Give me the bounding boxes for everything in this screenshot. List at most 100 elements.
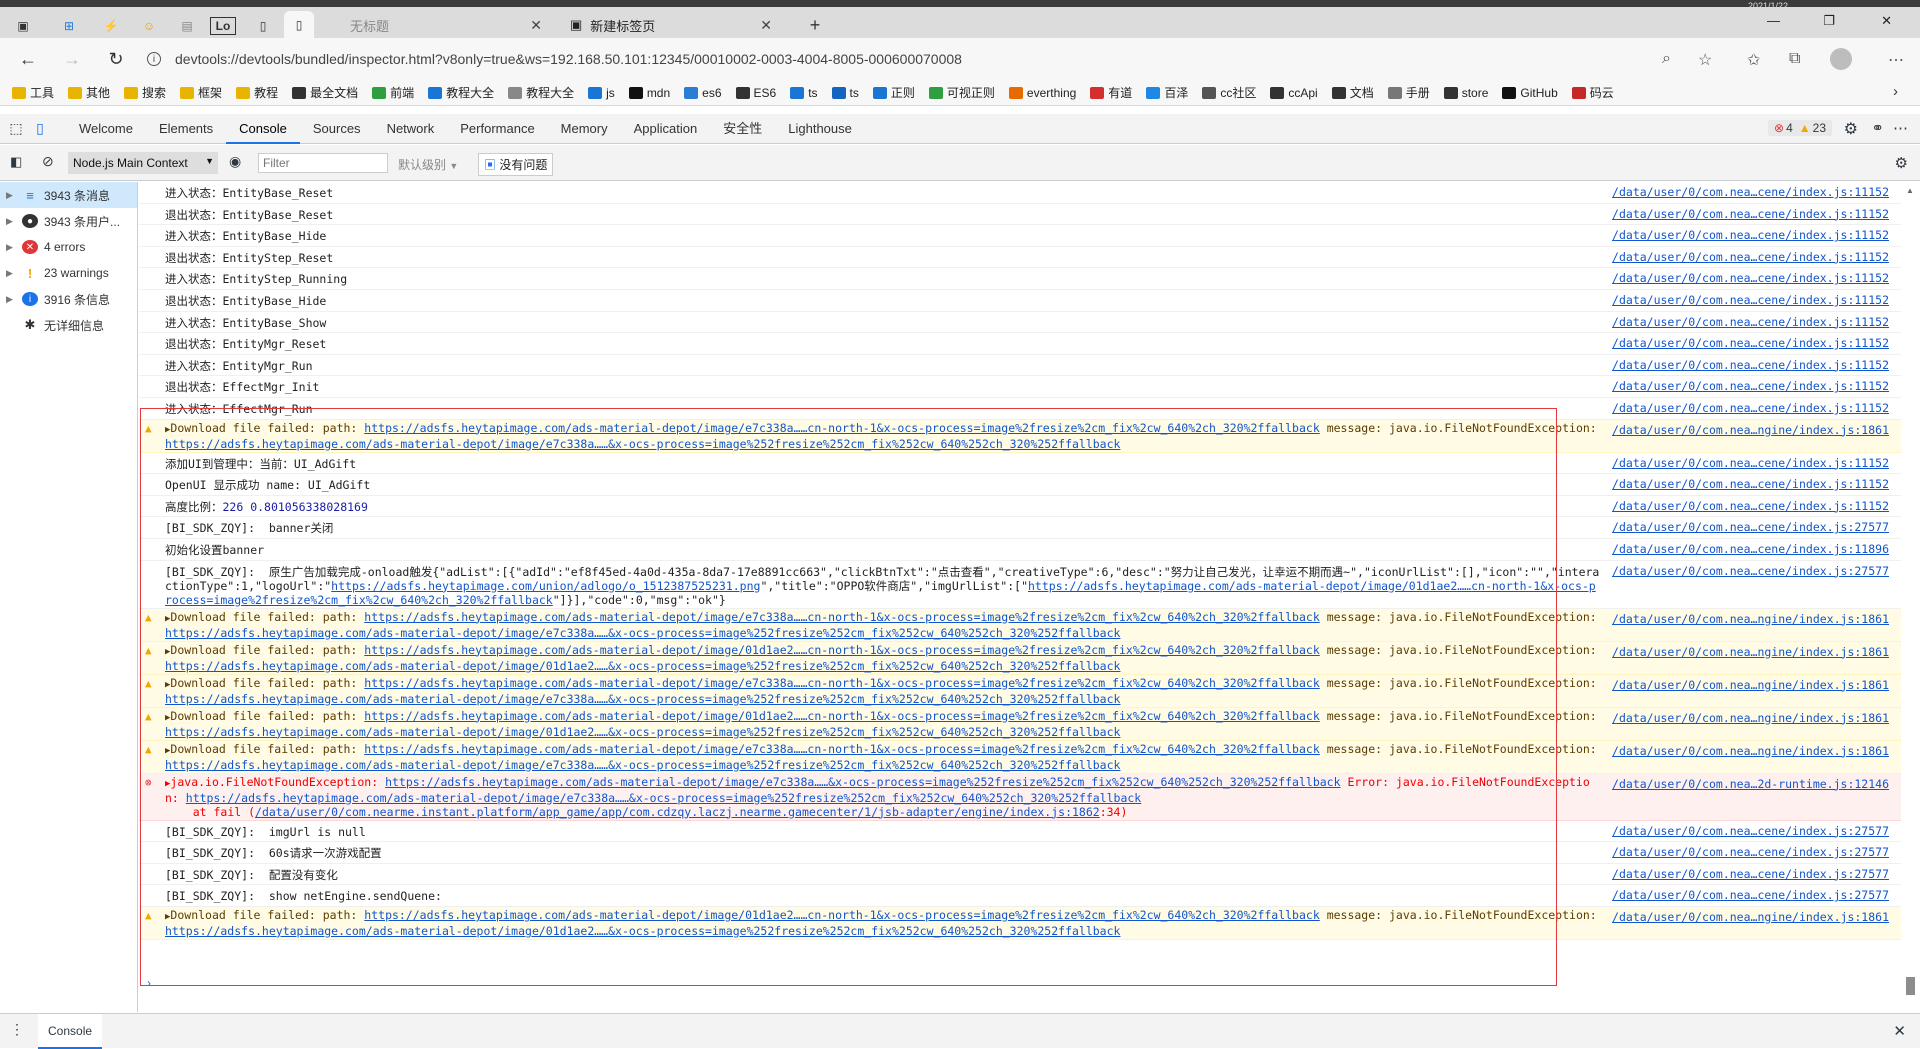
tab-welcome[interactable]: Welcome	[66, 114, 146, 144]
message-link[interactable]: https://adsfs.heytapimage.com/ads-materi…	[364, 610, 1319, 624]
tab-lighthouse[interactable]: Lighthouse	[775, 114, 865, 144]
bookmark-item[interactable]: 码云	[1571, 84, 1614, 101]
source-link[interactable]: /data/user/0/com.nea…cene/index.js:27577	[1612, 888, 1889, 902]
tab-actions-icon[interactable]: ▣	[8, 13, 38, 38]
more-options-icon[interactable]: ⋯	[1893, 119, 1908, 137]
bookmark-item[interactable]: mdn	[628, 86, 670, 100]
source-link[interactable]: /data/user/0/com.nea…cene/index.js:11152	[1612, 477, 1889, 491]
sidebar-item-list[interactable]: ▶ ≡ 3943 条消息	[0, 182, 137, 208]
message-link[interactable]: https://adsfs.heytapimage.com/ads-materi…	[364, 676, 1319, 690]
tab-performance[interactable]: Performance	[447, 114, 547, 144]
drawer-menu-icon[interactable]: ⋮	[10, 1021, 24, 1038]
sidebar-item-user[interactable]: ▶ ● 3943 条用户...	[0, 208, 137, 234]
sidebar-item-warning[interactable]: ▶! 23 warnings	[0, 260, 137, 286]
sidebar-item-info[interactable]: ▶ i 3916 条信息	[0, 286, 137, 312]
source-link[interactable]: /data/user/0/com.nea…cene/index.js:27577	[1612, 824, 1889, 838]
bookmark-item[interactable]: 教程	[236, 84, 278, 101]
bookmarks-overflow-chevron-icon[interactable]: ›	[1893, 83, 1898, 100]
message-link[interactable]: https://adsfs.heytapimage.com/ads-materi…	[165, 725, 1120, 739]
close-icon[interactable]: ✕	[530, 17, 542, 34]
bookmark-item[interactable]: 最全文档	[292, 84, 358, 101]
bookmark-item[interactable]: es6	[684, 86, 722, 100]
source-link[interactable]: /data/user/0/com.nea…ngine/index.js:1861	[1612, 645, 1889, 659]
forward-icon[interactable]: →	[50, 49, 94, 70]
context-select[interactable]: Node.js Main Context ▼	[68, 152, 218, 174]
source-link[interactable]: /data/user/0/com.nea…cene/index.js:11152	[1612, 499, 1889, 513]
bookmark-item[interactable]: 可视正则	[928, 84, 995, 101]
info-icon[interactable]: i	[147, 52, 161, 66]
more-menu-icon[interactable]: ⋯	[1888, 50, 1904, 70]
bookmark-item[interactable]: ES6	[735, 86, 776, 100]
customize-icon[interactable]: ⚭	[1871, 119, 1884, 137]
bookmark-item[interactable]: everthing	[1008, 86, 1076, 100]
message-link[interactable]: https://adsfs.heytapimage.com/ads-materi…	[364, 643, 1319, 657]
issues-button[interactable]: ▣ 没有问题	[478, 153, 554, 176]
source-link[interactable]: /data/user/0/com.nea…ngine/index.js:1861	[1612, 612, 1889, 626]
source-link[interactable]: /data/user/0/com.nea…cene/index.js:11152	[1612, 228, 1889, 242]
clear-console-icon[interactable]: ⊘	[42, 153, 54, 170]
close-icon[interactable]: ✕	[760, 17, 772, 34]
issue-counter[interactable]: ⊗ 4 ▲ 23	[1768, 120, 1832, 136]
tab-memory[interactable]: Memory	[548, 114, 621, 144]
source-link[interactable]: /data/user/0/com.nea…ngine/index.js:1861	[1612, 423, 1889, 437]
source-link[interactable]: /data/user/0/com.nea…cene/index.js:11152	[1612, 250, 1889, 264]
avatar[interactable]	[1830, 48, 1852, 70]
source-link[interactable]: /data/user/0/com.nea…ngine/index.js:1861	[1612, 678, 1889, 692]
message-link[interactable]: https://adsfs.heytapimage.com/ads-materi…	[364, 421, 1319, 435]
inspect-element-icon[interactable]: ⬚	[4, 120, 28, 137]
sidebar-item-error[interactable]: ▶ ✕ 4 errors	[0, 234, 137, 260]
source-link[interactable]: /data/user/0/com.nea…cene/index.js:27577	[1612, 520, 1889, 534]
tab-new-tab[interactable]: ▣ 新建标签页 ✕	[560, 11, 782, 39]
source-link[interactable]: /data/user/0/com.nea…cene/index.js:11152	[1612, 207, 1889, 221]
source-link[interactable]: /data/user/0/com.nea…2d-runtime.js:12146	[1612, 777, 1889, 791]
tab-network[interactable]: Network	[374, 114, 448, 144]
device-toolbar-icon[interactable]: ▯	[28, 120, 52, 137]
minimize-icon[interactable]: —	[1767, 13, 1780, 28]
bookmark-item[interactable]: store	[1443, 86, 1488, 100]
sidebar-item-bug[interactable]: ✱ 无详细信息	[0, 312, 137, 338]
restore-icon[interactable]: ❐	[1823, 13, 1835, 29]
bookmark-item[interactable]: 有道	[1090, 84, 1132, 101]
message-link[interactable]: https://adsfs.heytapimage.com/ads-materi…	[364, 742, 1319, 756]
message-link[interactable]: https://adsfs.heytapimage.com/ads-materi…	[165, 437, 1120, 451]
drawer-tab-console[interactable]: Console	[38, 1013, 103, 1049]
filter-input[interactable]	[258, 153, 388, 173]
source-link[interactable]: /data/user/0/com.nea…cene/index.js:11152	[1612, 293, 1889, 307]
bookmark-item[interactable]: 工具	[12, 84, 54, 101]
scroll-up-icon[interactable]: ▲	[1906, 186, 1914, 195]
tab-elements[interactable]: Elements	[146, 114, 226, 144]
source-link[interactable]: /data/user/0/com.nea…ngine/index.js:1861	[1612, 711, 1889, 725]
bookmark-item[interactable]: 教程大全	[508, 84, 574, 101]
vertical-scrollbar[interactable]: ▲	[1901, 182, 1920, 1012]
zoom-icon[interactable]: ⌕	[1662, 50, 1671, 68]
bookmark-item[interactable]: 搜索	[124, 84, 166, 101]
source-link[interactable]: /data/user/0/com.nea…ngine/index.js:1861	[1612, 910, 1889, 924]
pinned-tab-active-page-icon[interactable]: ▯	[284, 11, 314, 39]
bookmark-item[interactable]: 其他	[68, 84, 110, 101]
tab-application[interactable]: Application	[621, 114, 711, 144]
close-drawer-icon[interactable]: ✕	[1893, 1022, 1906, 1040]
source-link[interactable]: /data/user/0/com.nea…cene/index.js:11896	[1612, 542, 1889, 556]
message-link[interactable]: https://adsfs.heytapimage.com/ads-materi…	[364, 908, 1319, 922]
message-link[interactable]: https://adsfs.heytapimage.com/ads-materi…	[165, 924, 1120, 938]
message-link[interactable]: https://adsfs.heytapimage.com/ads-materi…	[165, 659, 1120, 673]
source-link[interactable]: /data/user/0/com.nea…cene/index.js:11152	[1612, 401, 1889, 415]
close-window-icon[interactable]: ✕	[1881, 13, 1892, 29]
url-field[interactable]: i devtools://devtools/bundled/inspector.…	[147, 46, 962, 72]
message-link[interactable]: https://adsfs.heytapimage.com/ads-materi…	[165, 758, 1120, 772]
source-link[interactable]: /data/user/0/com.nea…cene/index.js:11152	[1612, 358, 1889, 372]
bookmark-item[interactable]: ts	[831, 86, 859, 100]
live-expression-eye-icon[interactable]: ◉	[229, 153, 241, 170]
bookmark-item[interactable]: ts	[790, 86, 818, 100]
scrollbar-thumb[interactable]	[1906, 977, 1915, 995]
new-tab-plus-icon[interactable]: +	[800, 13, 830, 38]
source-link[interactable]: /data/user/0/com.nea…cene/index.js:11152	[1612, 185, 1889, 199]
bookmark-item[interactable]: GitHub	[1502, 86, 1558, 100]
message-link[interactable]: https://adsfs.heytapimage.com/ads-materi…	[165, 626, 1120, 640]
message-link[interactable]: https://adsfs.heytapimage.com/ads-materi…	[385, 775, 1340, 789]
console-settings-gear-icon[interactable]: ⚙	[1895, 154, 1908, 172]
refresh-icon[interactable]: ↻	[94, 49, 138, 70]
favorites-icon[interactable]: ✩	[1747, 50, 1760, 70]
pinned-tab-app-icon[interactable]: ▤	[172, 13, 202, 38]
favorite-add-icon[interactable]: ☆	[1698, 50, 1712, 70]
